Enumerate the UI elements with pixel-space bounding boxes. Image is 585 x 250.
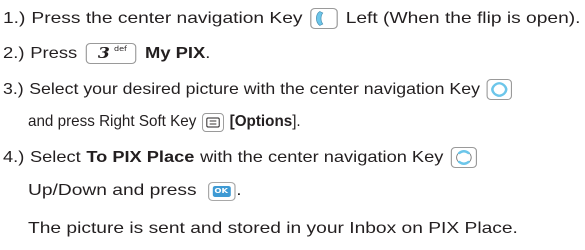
step-1-number: 1.)	[3, 9, 26, 27]
key-letters: def	[113, 45, 127, 53]
step-3-number: 3.)	[3, 80, 24, 98]
step-3-text: Select your desired picture with the cen…	[29, 80, 480, 98]
instruction-page: 1.) Press the center navigation Key Left…	[0, 0, 585, 250]
key-digit: 3	[97, 44, 110, 62]
step-3-text-2: and press Right Soft Key	[28, 113, 197, 130]
step-4-number: 4.)	[3, 148, 25, 166]
nav-four-way-key-icon	[486, 79, 513, 100]
step-2: 2.) Press 3 def My PIX .	[3, 43, 210, 64]
step-4-line-2: Up/Down and press OK .	[28, 181, 242, 201]
nav-up-down-key-icon	[451, 147, 478, 168]
step-4-menu-name: To PIX Place	[86, 148, 195, 166]
result-note: The picture is sent and stored in your I…	[28, 219, 518, 239]
step-2-period: .	[205, 44, 211, 62]
ok-label: OK	[212, 185, 231, 197]
step-4-line-1: 4.) Select To PIX Place with the center …	[3, 147, 478, 168]
step-3-end: ].	[292, 113, 301, 130]
step-3-line-2: and press Right Soft Key [Options].	[28, 112, 301, 132]
step-4-text: Select	[29, 148, 81, 166]
step-3-line-1: 3.) Select your desired picture with the…	[3, 79, 513, 100]
step-1: 1.) Press the center navigation Key Left…	[3, 8, 580, 29]
step-1-text-after: Left (When the flip is open).	[345, 9, 581, 27]
right-soft-key-icon	[202, 112, 224, 132]
step-4-text-2: Up/Down and press	[28, 182, 197, 199]
ok-key-icon: OK	[207, 181, 236, 201]
step-2-number: 2.)	[3, 44, 25, 62]
result-note-text: The picture is sent and stored in your I…	[28, 220, 518, 237]
step-2-text: Press	[30, 44, 78, 62]
step-4-text-after: with the center navigation Key	[200, 148, 444, 166]
step-3-options-label: [Options	[229, 113, 293, 130]
number-3-key-icon: 3 def	[85, 43, 136, 64]
step-1-text: Press the center navigation Key	[31, 9, 303, 27]
nav-left-key-icon	[309, 8, 338, 29]
step-2-menu-name: My PIX	[145, 44, 206, 62]
step-4-end: .	[236, 182, 242, 199]
